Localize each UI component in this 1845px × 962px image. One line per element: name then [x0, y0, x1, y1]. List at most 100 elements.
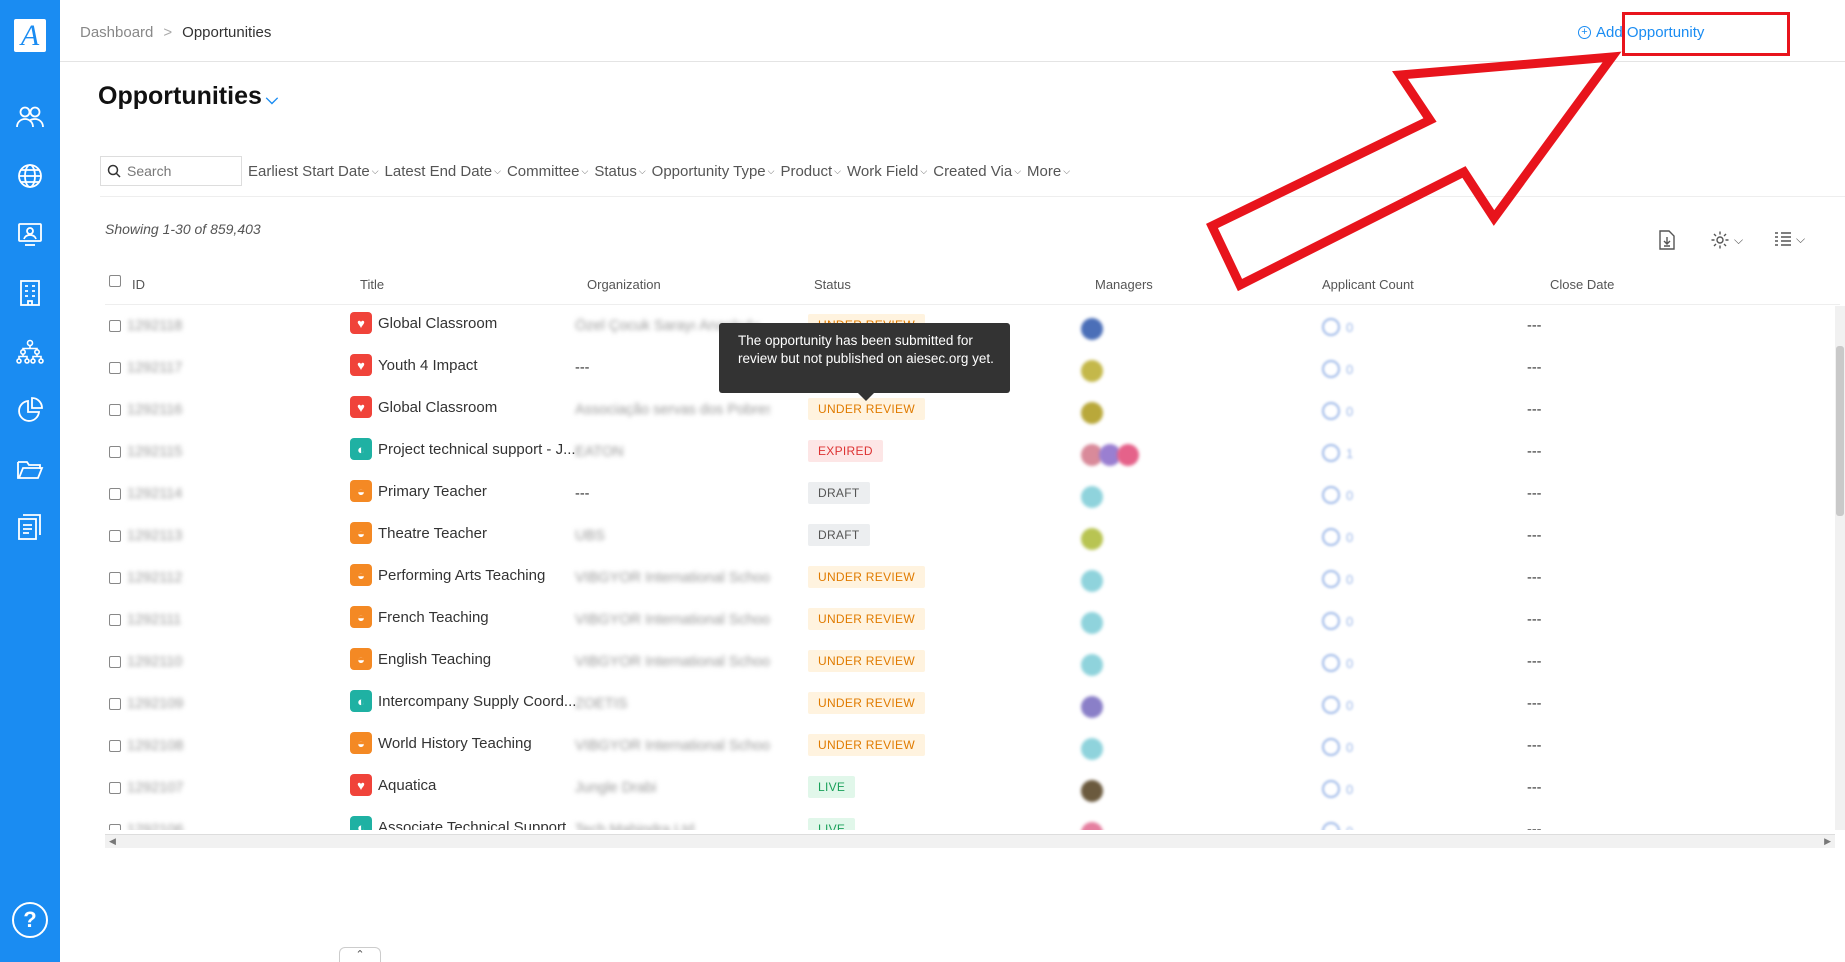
row-checkbox[interactable]	[109, 488, 121, 500]
scroll-right-icon[interactable]: ▶	[1824, 836, 1831, 847]
globe-icon[interactable]	[12, 158, 48, 194]
table-row[interactable]: 1292108 ◒ World History Teaching VIBGYOR In…	[105, 726, 1835, 768]
manager-avatar[interactable]	[1081, 360, 1103, 382]
row-checkbox[interactable]	[109, 740, 121, 752]
export-icon[interactable]	[1658, 230, 1676, 250]
manager-avatar[interactable]	[1117, 444, 1139, 466]
row-applicant-count[interactable]: 0	[1322, 696, 1353, 714]
filter-opportunity-type[interactable]: Opportunity Type ⌵	[652, 163, 775, 180]
filter-product[interactable]: Product ⌵	[780, 163, 841, 180]
manager-avatar[interactable]	[1081, 696, 1103, 718]
row-applicant-count[interactable]: 0	[1322, 738, 1353, 756]
table-row[interactable]: 1292114 ◒ Primary Teacher --- DRAFT 0 ---	[105, 474, 1835, 516]
row-checkbox[interactable]	[109, 698, 121, 710]
row-applicant-count[interactable]: 0	[1322, 780, 1353, 798]
manager-avatar[interactable]	[1081, 528, 1103, 550]
table-row[interactable]: 1292110 ◒ English Teaching VIBGYOR Internat…	[105, 642, 1835, 684]
table-row[interactable]: 1292116 ♥ Global Classroom Associação serva…	[105, 390, 1835, 432]
status-badge[interactable]: LIVE	[808, 818, 856, 830]
row-checkbox[interactable]	[109, 530, 121, 542]
column-close-date[interactable]: Close Date	[1550, 277, 1614, 292]
row-checkbox[interactable]	[109, 782, 121, 794]
filter-status[interactable]: Status ⌵	[594, 163, 645, 180]
row-checkbox[interactable]	[109, 404, 121, 416]
hierarchy-icon[interactable]	[12, 334, 48, 370]
status-badge[interactable]: UNDER REVIEW	[808, 398, 925, 420]
search-input[interactable]: Search	[100, 156, 242, 186]
people-icon[interactable]	[12, 99, 48, 135]
status-badge[interactable]: LIVE	[808, 776, 856, 798]
row-applicant-count[interactable]: 0	[1322, 360, 1353, 378]
status-badge[interactable]: DRAFT	[808, 524, 870, 546]
manager-avatar[interactable]	[1081, 654, 1103, 676]
row-title[interactable]: ◒ Theatre Teacher	[350, 522, 487, 544]
manager-avatar[interactable]	[1081, 738, 1103, 760]
row-checkbox[interactable]	[109, 656, 121, 668]
filter-committee[interactable]: Committee ⌵	[507, 163, 588, 180]
pie-chart-icon[interactable]	[12, 392, 48, 428]
select-all-checkbox[interactable]	[109, 275, 121, 287]
manager-avatar[interactable]	[1081, 318, 1103, 340]
id-card-icon[interactable]	[12, 216, 48, 252]
scrollbar-thumb[interactable]	[1836, 346, 1844, 516]
status-badge[interactable]: UNDER REVIEW	[808, 734, 925, 756]
filter-work-field[interactable]: Work Field ⌵	[847, 163, 927, 180]
status-badge[interactable]: DRAFT	[808, 482, 870, 504]
row-applicant-count[interactable]: 0	[1322, 318, 1353, 336]
table-row[interactable]: 1292109 ◐ Intercompany Supply Coord... ZOET…	[105, 684, 1835, 726]
column-id[interactable]: ID	[132, 277, 145, 292]
table-row[interactable]: 1292112 ◒ Performing Arts Teaching VIBGYOR …	[105, 558, 1835, 600]
app-logo[interactable]: A	[14, 19, 46, 52]
row-checkbox[interactable]	[109, 614, 121, 626]
row-applicant-count[interactable]: 0	[1322, 402, 1353, 420]
table-row[interactable]: 1292107 ♥ Aquatica Jungle Drabi LIVE 0 ---	[105, 768, 1835, 810]
status-badge[interactable]: UNDER REVIEW	[808, 692, 925, 714]
horizontal-scrollbar[interactable]: ◀ ▶	[105, 834, 1835, 848]
row-title[interactable]: ◒ Performing Arts Teaching	[350, 564, 545, 586]
row-title[interactable]: ◐ Project technical support - J...	[350, 438, 576, 460]
row-title[interactable]: ♥ Aquatica	[350, 774, 436, 796]
manager-avatar[interactable]	[1081, 402, 1103, 424]
table-row[interactable]: 1292113 ◒ Theatre Teacher UBS DRAFT 0 ---	[105, 516, 1835, 558]
status-badge[interactable]: UNDER REVIEW	[808, 566, 925, 588]
row-title[interactable]: ♥ Global Classroom	[350, 312, 497, 334]
row-title[interactable]: ◒ French Teaching	[350, 606, 489, 628]
folder-icon[interactable]	[12, 451, 48, 487]
filter-created-via[interactable]: Created Via ⌵	[933, 163, 1021, 180]
table-row[interactable]: 1292106 ◐ Associate Technical Support... Te…	[105, 810, 1835, 830]
row-applicant-count[interactable]: 0	[1322, 612, 1353, 630]
row-applicant-count[interactable]: 0	[1322, 486, 1353, 504]
manager-avatar[interactable]	[1081, 780, 1103, 802]
filter-latest-end-date[interactable]: Latest End Date ⌵	[385, 163, 501, 180]
building-icon[interactable]	[12, 275, 48, 311]
scroll-left-icon[interactable]: ◀	[109, 836, 116, 847]
row-applicant-count[interactable]: 0	[1322, 654, 1353, 672]
row-title[interactable]: ◐ Intercompany Supply Coord...	[350, 690, 576, 712]
collapse-toggle[interactable]: ⌃	[339, 947, 381, 962]
manager-avatar[interactable]	[1081, 612, 1103, 634]
filter-more[interactable]: More ⌵	[1027, 163, 1070, 180]
row-checkbox[interactable]	[109, 446, 121, 458]
row-applicant-count[interactable]: 1	[1322, 444, 1353, 462]
manager-avatar[interactable]	[1081, 570, 1103, 592]
breadcrumb-dashboard[interactable]: Dashboard	[80, 24, 153, 41]
row-checkbox[interactable]	[109, 320, 121, 332]
vertical-scrollbar[interactable]	[1835, 306, 1845, 830]
report-icon[interactable]	[12, 509, 48, 545]
row-applicant-count[interactable]: 0	[1322, 528, 1353, 546]
row-applicant-count[interactable]: 0	[1322, 570, 1353, 588]
column-organization[interactable]: Organization	[587, 277, 661, 292]
row-checkbox[interactable]	[109, 824, 121, 830]
column-title[interactable]: Title	[360, 277, 384, 292]
table-row[interactable]: 1292115 ◐ Project technical support - J...…	[105, 432, 1835, 474]
row-title[interactable]: ◐ Associate Technical Support...	[350, 816, 579, 830]
row-title[interactable]: ◒ English Teaching	[350, 648, 491, 670]
column-status[interactable]: Status	[814, 277, 851, 292]
row-checkbox[interactable]	[109, 362, 121, 374]
row-title[interactable]: ◒ Primary Teacher	[350, 480, 487, 502]
status-badge[interactable]: UNDER REVIEW	[808, 650, 925, 672]
settings-gear-icon[interactable]: ⌵	[1710, 230, 1743, 250]
help-icon[interactable]: ?	[12, 902, 48, 938]
columns-icon[interactable]: ⌵	[1774, 230, 1805, 248]
status-badge[interactable]: UNDER REVIEW	[808, 608, 925, 630]
